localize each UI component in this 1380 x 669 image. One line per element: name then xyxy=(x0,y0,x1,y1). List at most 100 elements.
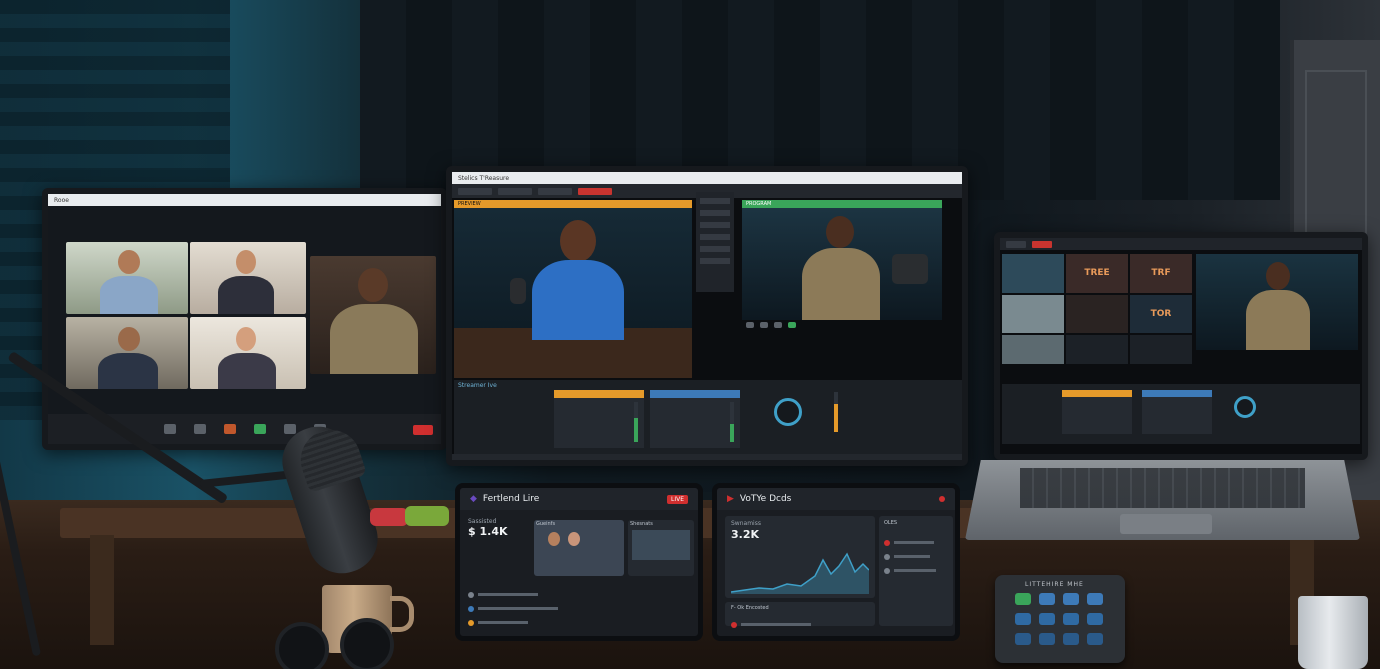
chat-icon[interactable] xyxy=(283,424,296,434)
call-tile-3[interactable] xyxy=(66,317,188,389)
scene-tile[interactable] xyxy=(1066,294,1128,334)
laptop-screen: TREE TRF TOR xyxy=(994,232,1368,460)
left-tablet-title: Fertlend Lire xyxy=(482,494,540,504)
right-stat-label: Swnamiss xyxy=(731,520,761,527)
headphones-left-cup xyxy=(275,622,329,669)
deck-key[interactable] xyxy=(1015,613,1031,625)
call-tile-1[interactable] xyxy=(66,242,188,314)
left-tablet: ◆ Fertlend Lire LIVE Sassisted $ 1.4K Gu… xyxy=(455,483,703,641)
stream-deck: LITTEHIRE MHE xyxy=(995,575,1125,663)
record-icon[interactable] xyxy=(223,424,236,434)
transport-button[interactable] xyxy=(774,322,782,328)
live-badge[interactable]: LIVE xyxy=(666,494,688,504)
analytics-card: Swnamiss 3.2K xyxy=(725,516,875,598)
microphone-icon[interactable] xyxy=(163,424,176,434)
scene-tile[interactable]: TOR xyxy=(1130,294,1192,334)
deck-key[interactable] xyxy=(1015,593,1031,605)
deck-key[interactable] xyxy=(1087,613,1103,625)
deck-key[interactable] xyxy=(1039,613,1055,625)
live-indicator[interactable] xyxy=(1032,240,1052,248)
mixer-channel xyxy=(650,390,740,448)
call-tile-2[interactable] xyxy=(190,242,306,314)
program-transport xyxy=(742,322,942,332)
guest-head xyxy=(568,532,580,546)
menu-item[interactable] xyxy=(1006,240,1026,248)
deck-key[interactable] xyxy=(1063,613,1079,625)
channel-header xyxy=(554,390,644,398)
host-head xyxy=(560,220,596,262)
feed-card[interactable]: Shesnats xyxy=(628,520,694,576)
laptop-program-pane[interactable] xyxy=(1196,254,1358,350)
channel-header xyxy=(650,390,740,398)
right-tablet: ▶ VoTYe Dcds Swnamiss 3.2K OLES F- Ok En… xyxy=(712,483,960,641)
laptop-mixer xyxy=(1002,384,1360,444)
headphones-right-cup xyxy=(340,618,394,669)
preview-pane[interactable] xyxy=(454,208,692,378)
mixer-channel xyxy=(554,390,644,448)
mixer-area: Streamer Ive xyxy=(454,380,962,454)
footer-label: F- Ok Encosted xyxy=(731,605,769,611)
source-item[interactable] xyxy=(700,246,730,252)
deck-key[interactable] xyxy=(1087,593,1103,605)
source-item[interactable] xyxy=(700,210,730,216)
program-pane[interactable] xyxy=(742,208,942,320)
transport-button[interactable] xyxy=(788,322,796,328)
events-panel: OLES xyxy=(879,516,953,626)
laptop-keyboard xyxy=(1020,468,1305,508)
master-fader[interactable] xyxy=(834,392,838,432)
production-window-titlebar: Stelics T'Reasure xyxy=(452,172,962,184)
live-indicator xyxy=(939,496,945,502)
scene-tile[interactable] xyxy=(1002,294,1064,334)
center-monitor: Stelics T'Reasure PREVIEW PROGRAM Stream… xyxy=(446,166,968,466)
leave-call-button[interactable] xyxy=(413,425,433,435)
deck-key[interactable] xyxy=(1039,593,1055,605)
scene-tile[interactable]: TREE xyxy=(1066,254,1128,293)
left-tablet-header: ◆ Fertlend Lire LIVE xyxy=(460,488,698,510)
go-live-button[interactable] xyxy=(578,187,612,195)
studio-mic xyxy=(510,278,526,304)
call-tile-speaker[interactable] xyxy=(310,256,436,374)
deck-key[interactable] xyxy=(1087,633,1103,645)
scene-grid: TREE TRF TOR xyxy=(1002,254,1192,364)
guest-head xyxy=(548,532,560,546)
source-item[interactable] xyxy=(700,234,730,240)
preview-label: PREVIEW xyxy=(454,200,692,208)
deck-key[interactable] xyxy=(1063,633,1079,645)
guest-preview-card[interactable]: Gueinfs xyxy=(534,520,624,576)
scene-tile[interactable] xyxy=(1002,254,1064,293)
master-knob[interactable] xyxy=(774,398,802,426)
footer-card: F- Ok Encosted xyxy=(725,602,875,628)
laptop-trackpad xyxy=(1120,514,1212,534)
scene-tile[interactable] xyxy=(1066,335,1128,364)
deck-key[interactable] xyxy=(1015,633,1031,645)
source-item[interactable] xyxy=(700,222,730,228)
volume-fader[interactable] xyxy=(634,402,638,442)
deck-key[interactable] xyxy=(1063,593,1079,605)
source-item[interactable] xyxy=(700,258,730,264)
participant-head xyxy=(118,327,140,351)
participant-body xyxy=(218,353,276,389)
feed-thumbnail xyxy=(632,530,690,560)
call-tile-4[interactable] xyxy=(190,317,306,389)
volume-fader[interactable] xyxy=(730,402,734,442)
transport-button[interactable] xyxy=(760,322,768,328)
master-knob[interactable] xyxy=(1234,396,1256,418)
youtube-icon: ▶ xyxy=(727,494,734,504)
guest-body xyxy=(802,248,880,320)
participant-body xyxy=(98,353,158,389)
scene-tile[interactable]: TRF xyxy=(1130,254,1192,293)
menu-item[interactable] xyxy=(458,187,492,195)
share-icon[interactable] xyxy=(253,424,266,434)
left-stat-value: $ 1.4K xyxy=(468,525,508,538)
right-stat-value: 3.2K xyxy=(731,528,760,541)
scene-tile[interactable] xyxy=(1002,335,1064,364)
source-item[interactable] xyxy=(700,198,730,204)
transport-button[interactable] xyxy=(746,322,754,328)
scene-tile[interactable] xyxy=(1130,335,1192,364)
events-panel-label: OLES xyxy=(884,520,898,526)
deck-key[interactable] xyxy=(1039,633,1055,645)
mixer-channel xyxy=(1062,390,1132,434)
menu-item[interactable] xyxy=(498,187,532,195)
menu-item[interactable] xyxy=(538,187,572,195)
camera-icon[interactable] xyxy=(193,424,206,434)
